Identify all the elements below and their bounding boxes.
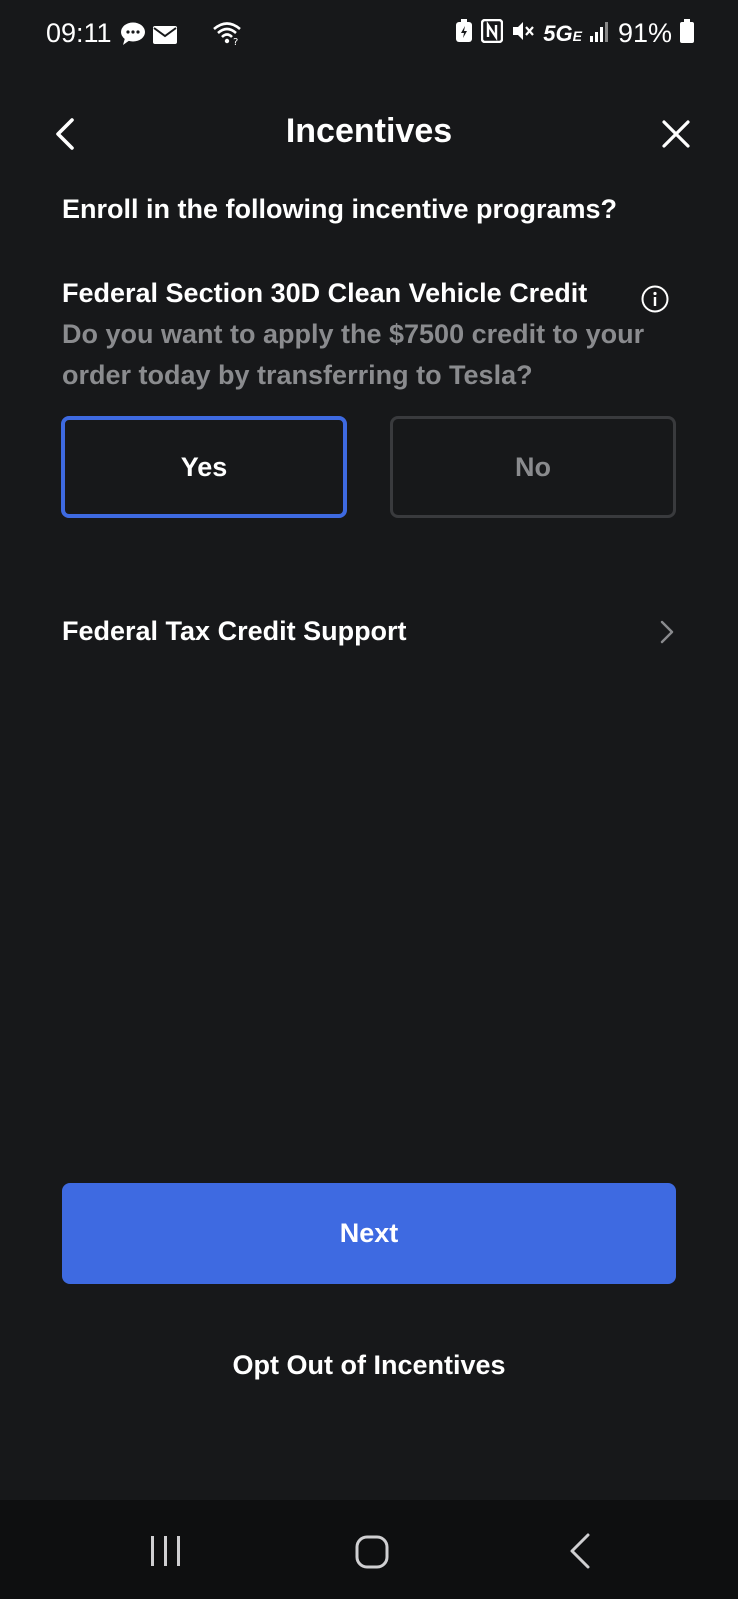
wifi-icon: ? — [212, 20, 242, 51]
battery-saver-icon — [455, 19, 473, 48]
enroll-question: Enroll in the following incentive progra… — [62, 194, 618, 224]
info-icon[interactable] — [640, 284, 670, 314]
network-type: 5GE — [543, 21, 582, 47]
signal-icon — [589, 20, 610, 47]
support-link-label: Federal Tax Credit Support — [62, 616, 407, 646]
program-description: Do you want to apply the $7500 credit to… — [62, 319, 645, 390]
incentives-screen: 09:11 ? 5GE 91% Incentives Enroll in the… — [0, 0, 738, 1599]
close-button[interactable] — [656, 114, 696, 154]
status-time: 09:11 — [46, 18, 112, 48]
recents-icon[interactable] — [148, 1534, 184, 1568]
battery-icon — [680, 19, 694, 48]
federal-tax-credit-support-link[interactable]: Federal Tax Credit Support — [62, 606, 678, 656]
status-bar: 09:11 ? 5GE 91% — [0, 0, 738, 72]
yes-button[interactable]: Yes — [61, 416, 347, 518]
home-icon[interactable] — [354, 1534, 390, 1570]
no-button[interactable]: No — [390, 416, 676, 518]
header: Incentives — [0, 100, 738, 170]
close-icon — [662, 120, 690, 148]
chevron-right-icon — [654, 618, 678, 646]
mute-icon — [511, 19, 535, 48]
page-title: Incentives — [285, 112, 453, 150]
nfc-icon — [481, 18, 504, 48]
network-suffix: E — [572, 27, 582, 44]
back-icon[interactable] — [566, 1532, 594, 1570]
battery-percent: 91% — [617, 18, 672, 48]
chat-icon — [120, 22, 146, 51]
opt-out-button[interactable]: Opt Out of Incentives — [0, 1350, 738, 1381]
network-label: 5G — [543, 20, 573, 46]
navigation-bar — [0, 1500, 738, 1599]
next-button[interactable]: Next — [62, 1183, 676, 1284]
mail-icon — [153, 26, 177, 49]
program-title: Federal Section 30D Clean Vehicle Credit — [62, 278, 588, 308]
status-right-group: 5GE 91% — [455, 18, 694, 49]
svg-text:?: ? — [233, 37, 238, 46]
